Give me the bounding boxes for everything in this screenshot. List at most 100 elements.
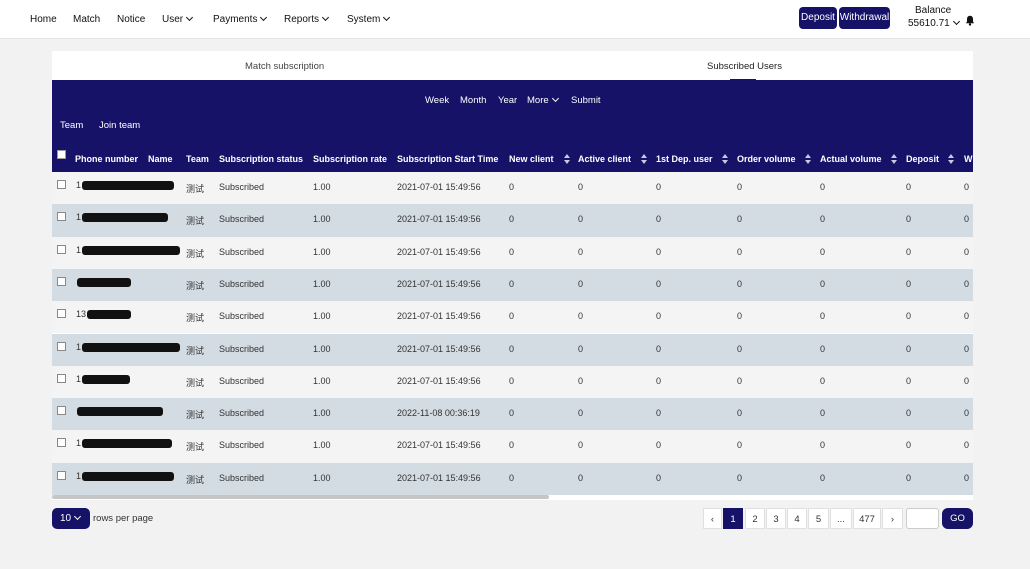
sort-icon[interactable] (891, 154, 897, 164)
redacted-phone-mark (82, 439, 173, 449)
cell-order-volume: 0 (737, 440, 743, 451)
page-ellipsis: ... (830, 508, 852, 529)
table-row: 1 测试 Subscribed 1.00 2021-07-01 15:49:56 0 0 0 0… (52, 365, 973, 399)
chevron-down-icon (74, 512, 82, 521)
cell-order-volume: 0 (737, 214, 743, 225)
page-button-4[interactable]: 4 (787, 508, 807, 529)
cell-w: 0 (964, 472, 970, 483)
phone-cell: 1 (76, 180, 175, 191)
col-name[interactable]: Name (148, 154, 173, 164)
nav-notice[interactable]: Notice (117, 14, 145, 25)
nav-match[interactable]: Match (73, 14, 100, 25)
filter-week[interactable]: Week (425, 95, 449, 106)
phone-cell: 1 (76, 245, 181, 256)
row-checkbox[interactable] (57, 276, 66, 286)
cell-start: 2021-07-01 15:49:56 (397, 246, 481, 257)
cell-status: Subscribed (219, 408, 265, 419)
row-checkbox[interactable] (57, 309, 66, 319)
nav-payments[interactable]: Payments (213, 13, 268, 25)
nav-home[interactable]: Home (30, 14, 57, 25)
balance-dropdown[interactable]: 55610.71 (908, 17, 960, 29)
cell-deposit: 0 (906, 278, 912, 289)
nav-system[interactable]: System (347, 13, 391, 25)
cell-rate: 1.00 (313, 472, 331, 483)
row-checkbox[interactable] (57, 341, 66, 351)
cell-new-client: 0 (509, 278, 515, 289)
col-start-time[interactable]: Subscription Start Time (397, 154, 498, 164)
page-jump-input[interactable] (906, 508, 939, 529)
tab-subscribed-users[interactable]: Subscribed Users (707, 61, 782, 72)
page-button-1[interactable]: 1 (723, 508, 743, 529)
prev-page-button[interactable]: ‹ (703, 508, 722, 529)
col-status[interactable]: Subscription status (219, 154, 303, 164)
cell-status: Subscribed (219, 440, 265, 451)
phone-cell: 1 (76, 212, 169, 223)
sort-icon[interactable] (722, 154, 728, 164)
redacted-phone-mark (82, 374, 131, 384)
filter-more[interactable]: More (527, 94, 559, 106)
col-w[interactable]: W (964, 154, 973, 164)
filter-more-label: More (527, 95, 549, 106)
phone-prefix: 1 (76, 470, 82, 481)
withdrawal-button[interactable]: Withdrawal (839, 7, 890, 29)
submit-button[interactable]: Submit (571, 95, 601, 106)
row-checkbox[interactable] (57, 244, 66, 254)
col-active-client[interactable]: Active client (578, 154, 631, 164)
horizontal-scrollbar[interactable] (52, 495, 549, 499)
rows-per-page-value: 10 (60, 513, 72, 524)
row-checkbox[interactable] (57, 470, 66, 480)
cell-w: 0 (964, 311, 970, 322)
chevron-down-icon (952, 17, 960, 26)
bell-icon[interactable] (965, 15, 975, 26)
cell-new-client: 0 (509, 214, 515, 225)
col-actual-volume[interactable]: Actual volume (820, 154, 882, 164)
col-phone[interactable]: Phone number (75, 154, 138, 164)
page-button-2[interactable]: 2 (745, 508, 765, 529)
cell-first-dep: 0 (656, 472, 662, 483)
page-button-477[interactable]: 477 (853, 508, 881, 529)
filter-team[interactable]: Team (60, 120, 83, 131)
filter-month[interactable]: Month (460, 95, 486, 106)
cell-start: 2021-07-01 15:49:56 (397, 440, 481, 451)
row-checkbox[interactable] (57, 373, 66, 383)
next-page-button[interactable]: › (882, 508, 903, 529)
nav-reports[interactable]: Reports (284, 13, 330, 25)
row-checkbox[interactable] (57, 180, 66, 189)
sort-icon[interactable] (564, 154, 570, 164)
sort-icon[interactable] (805, 154, 811, 164)
deposit-button[interactable]: Deposit (799, 7, 837, 29)
cell-order-volume: 0 (737, 408, 743, 419)
col-deposit[interactable]: Deposit (906, 154, 939, 164)
cell-team: 测试 (186, 377, 205, 388)
nav-user[interactable]: User (162, 13, 194, 25)
col-first-dep[interactable]: 1st Dep. user (656, 154, 713, 164)
filter-join-team[interactable]: Join team (99, 120, 140, 131)
col-rate[interactable]: Subscription rate (313, 154, 387, 164)
sort-icon[interactable] (948, 154, 954, 164)
row-checkbox[interactable] (57, 212, 66, 222)
sort-icon[interactable] (641, 154, 647, 164)
nav-reports-label: Reports (284, 14, 320, 25)
col-order-volume[interactable]: Order volume (737, 154, 796, 164)
cell-team: 测试 (186, 313, 205, 324)
cell-first-dep: 0 (656, 343, 662, 354)
tab-match-subscription[interactable]: Match subscription (245, 61, 324, 72)
col-new-client[interactable]: New client (509, 154, 554, 164)
redacted-phone-mark (77, 277, 131, 287)
nav-system-label: System (347, 14, 381, 25)
go-button[interactable]: GO (942, 508, 973, 529)
cell-status: Subscribed (219, 343, 265, 354)
select-all-checkbox[interactable] (57, 150, 66, 159)
page-button-3[interactable]: 3 (766, 508, 786, 529)
cell-actual-volume: 0 (820, 343, 826, 354)
row-checkbox[interactable] (57, 406, 66, 416)
cell-w: 0 (964, 246, 970, 257)
rows-per-page-select[interactable]: 10 (52, 508, 90, 529)
cell-actual-volume: 0 (820, 375, 826, 386)
row-checkbox[interactable] (57, 438, 66, 448)
cell-start: 2022-11-08 00:36:19 (397, 408, 480, 419)
col-team[interactable]: Team (186, 154, 209, 164)
cell-new-client: 0 (509, 343, 515, 354)
page-button-5[interactable]: 5 (808, 508, 829, 529)
filter-year[interactable]: Year (498, 95, 517, 106)
